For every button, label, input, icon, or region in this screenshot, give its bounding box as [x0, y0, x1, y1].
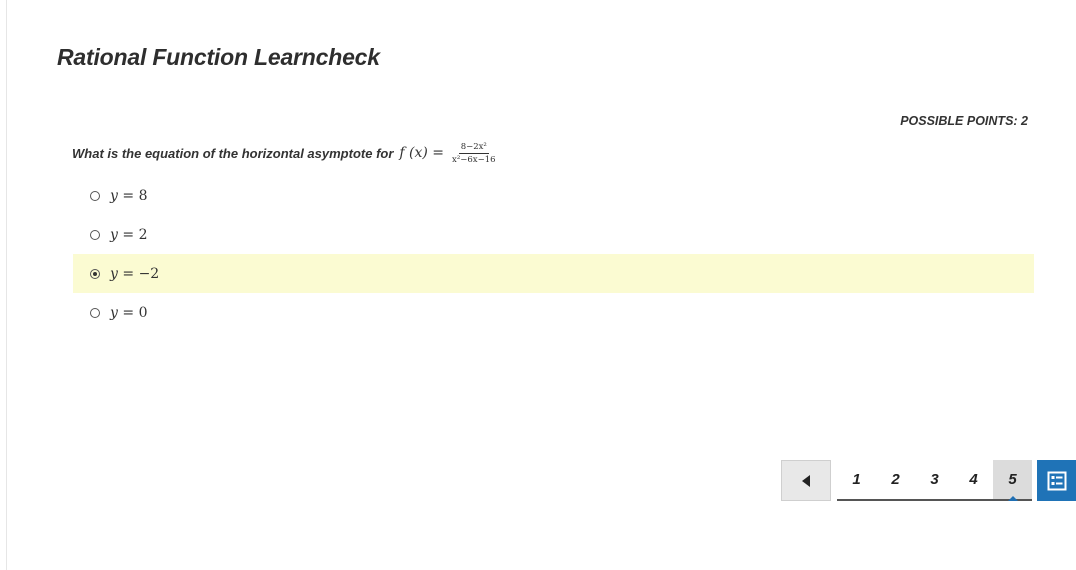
answer-choices: y = 8 y = 2 y = −2 y = 0: [73, 176, 1034, 332]
question-text: What is the equation of the horizontal a…: [72, 138, 498, 168]
question-list-button[interactable]: [1037, 460, 1076, 501]
pagination: 1 2 3 4 5: [837, 460, 1032, 501]
possible-points: POSSIBLE POINTS: 2: [900, 114, 1028, 128]
question-list-icon: [1047, 471, 1066, 490]
answer-choice-4[interactable]: y = 0: [73, 293, 1034, 332]
answer-choice-3[interactable]: y = −2: [73, 254, 1034, 293]
radio-button[interactable]: [90, 307, 100, 318]
choice-label: y = −2: [110, 265, 160, 282]
page-3-button[interactable]: 3: [915, 460, 954, 499]
page-5-button[interactable]: 5: [993, 460, 1032, 501]
page-2-button[interactable]: 2: [876, 460, 915, 499]
page-1-button[interactable]: 1: [837, 460, 876, 499]
fraction-denominator: x²−6x−16: [452, 154, 496, 165]
question-fraction: 8−2x² x²−6x−16: [450, 142, 497, 165]
fraction-numerator: 8−2x²: [458, 141, 489, 154]
choice-label: y = 0: [110, 304, 148, 321]
radio-button[interactable]: [90, 190, 100, 201]
left-border: [6, 0, 7, 570]
triangle-left-icon: [802, 474, 810, 487]
answer-choice-1[interactable]: y = 8: [73, 176, 1034, 215]
radio-button[interactable]: [90, 229, 100, 240]
page-4-button[interactable]: 4: [954, 460, 993, 499]
page-title: Rational Function Learncheck: [57, 44, 380, 70]
question-function: f (x) =: [399, 145, 445, 161]
question-prompt: What is the equation of the horizontal a…: [72, 145, 394, 161]
radio-button-selected[interactable]: [90, 268, 100, 279]
choice-label: y = 8: [110, 187, 148, 204]
answer-choice-2[interactable]: y = 2: [73, 215, 1034, 254]
choice-label: y = 2: [110, 226, 148, 243]
previous-button[interactable]: [781, 460, 831, 501]
